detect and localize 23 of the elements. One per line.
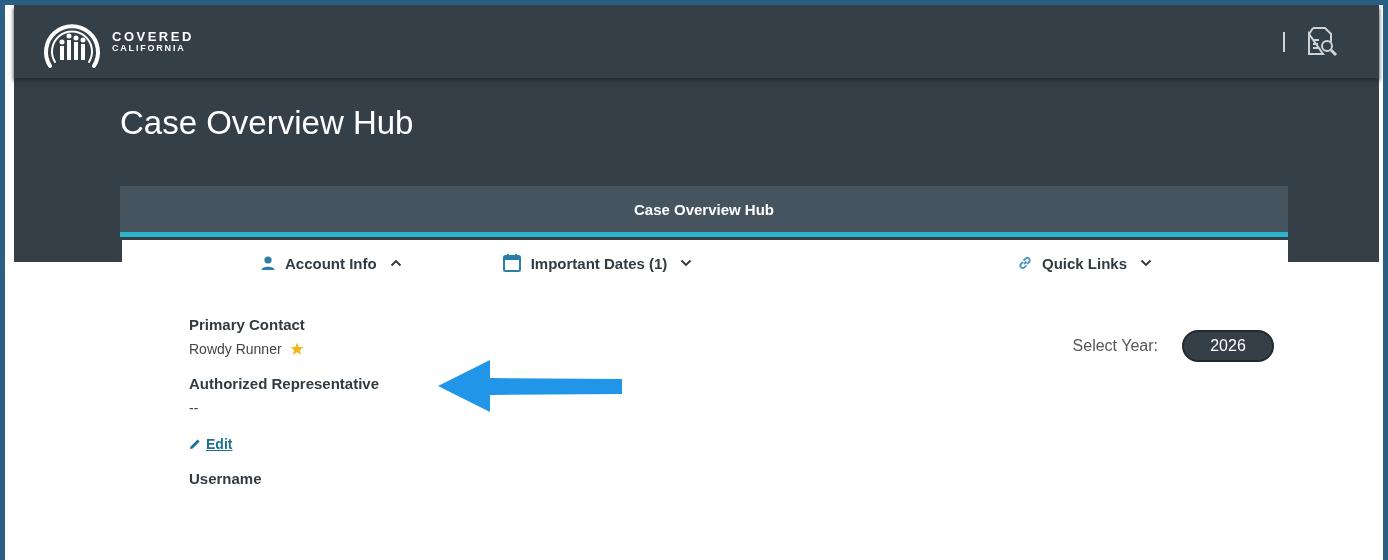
person-icon: [260, 255, 276, 271]
page-title: Case Overview Hub: [120, 103, 415, 143]
card-title: Case Overview Hub: [633, 200, 775, 218]
field-value: Rowdy Runner: [189, 341, 282, 357]
pencil-icon: [189, 438, 201, 450]
year-label: Select Year:: [1072, 337, 1158, 355]
calendar-icon: [501, 253, 522, 273]
section-toggle[interactable]: Account Info: [260, 254, 402, 272]
chevron-icon: [1140, 259, 1152, 267]
section-toggle[interactable]: Important Dates (1): [501, 253, 693, 273]
edit-link[interactable]: Edit: [189, 436, 380, 452]
field-label: Username: [189, 470, 263, 487]
chevron-icon: [389, 259, 402, 267]
year-select[interactable]: 2026: [1182, 330, 1274, 362]
logo-subtitle: CALIFORNIA: [112, 43, 187, 54]
field-value: --: [189, 400, 199, 416]
field-label: Authorized Representative: [189, 375, 380, 392]
chevron-icon: [680, 259, 693, 267]
field-label: Primary Contact: [189, 316, 306, 333]
logo-wordmark: COVERED: [112, 29, 194, 44]
section-toggle[interactable]: Quick Links: [1016, 254, 1152, 272]
document-search-icon[interactable]: [1305, 25, 1339, 58]
link-icon: [1016, 255, 1033, 271]
